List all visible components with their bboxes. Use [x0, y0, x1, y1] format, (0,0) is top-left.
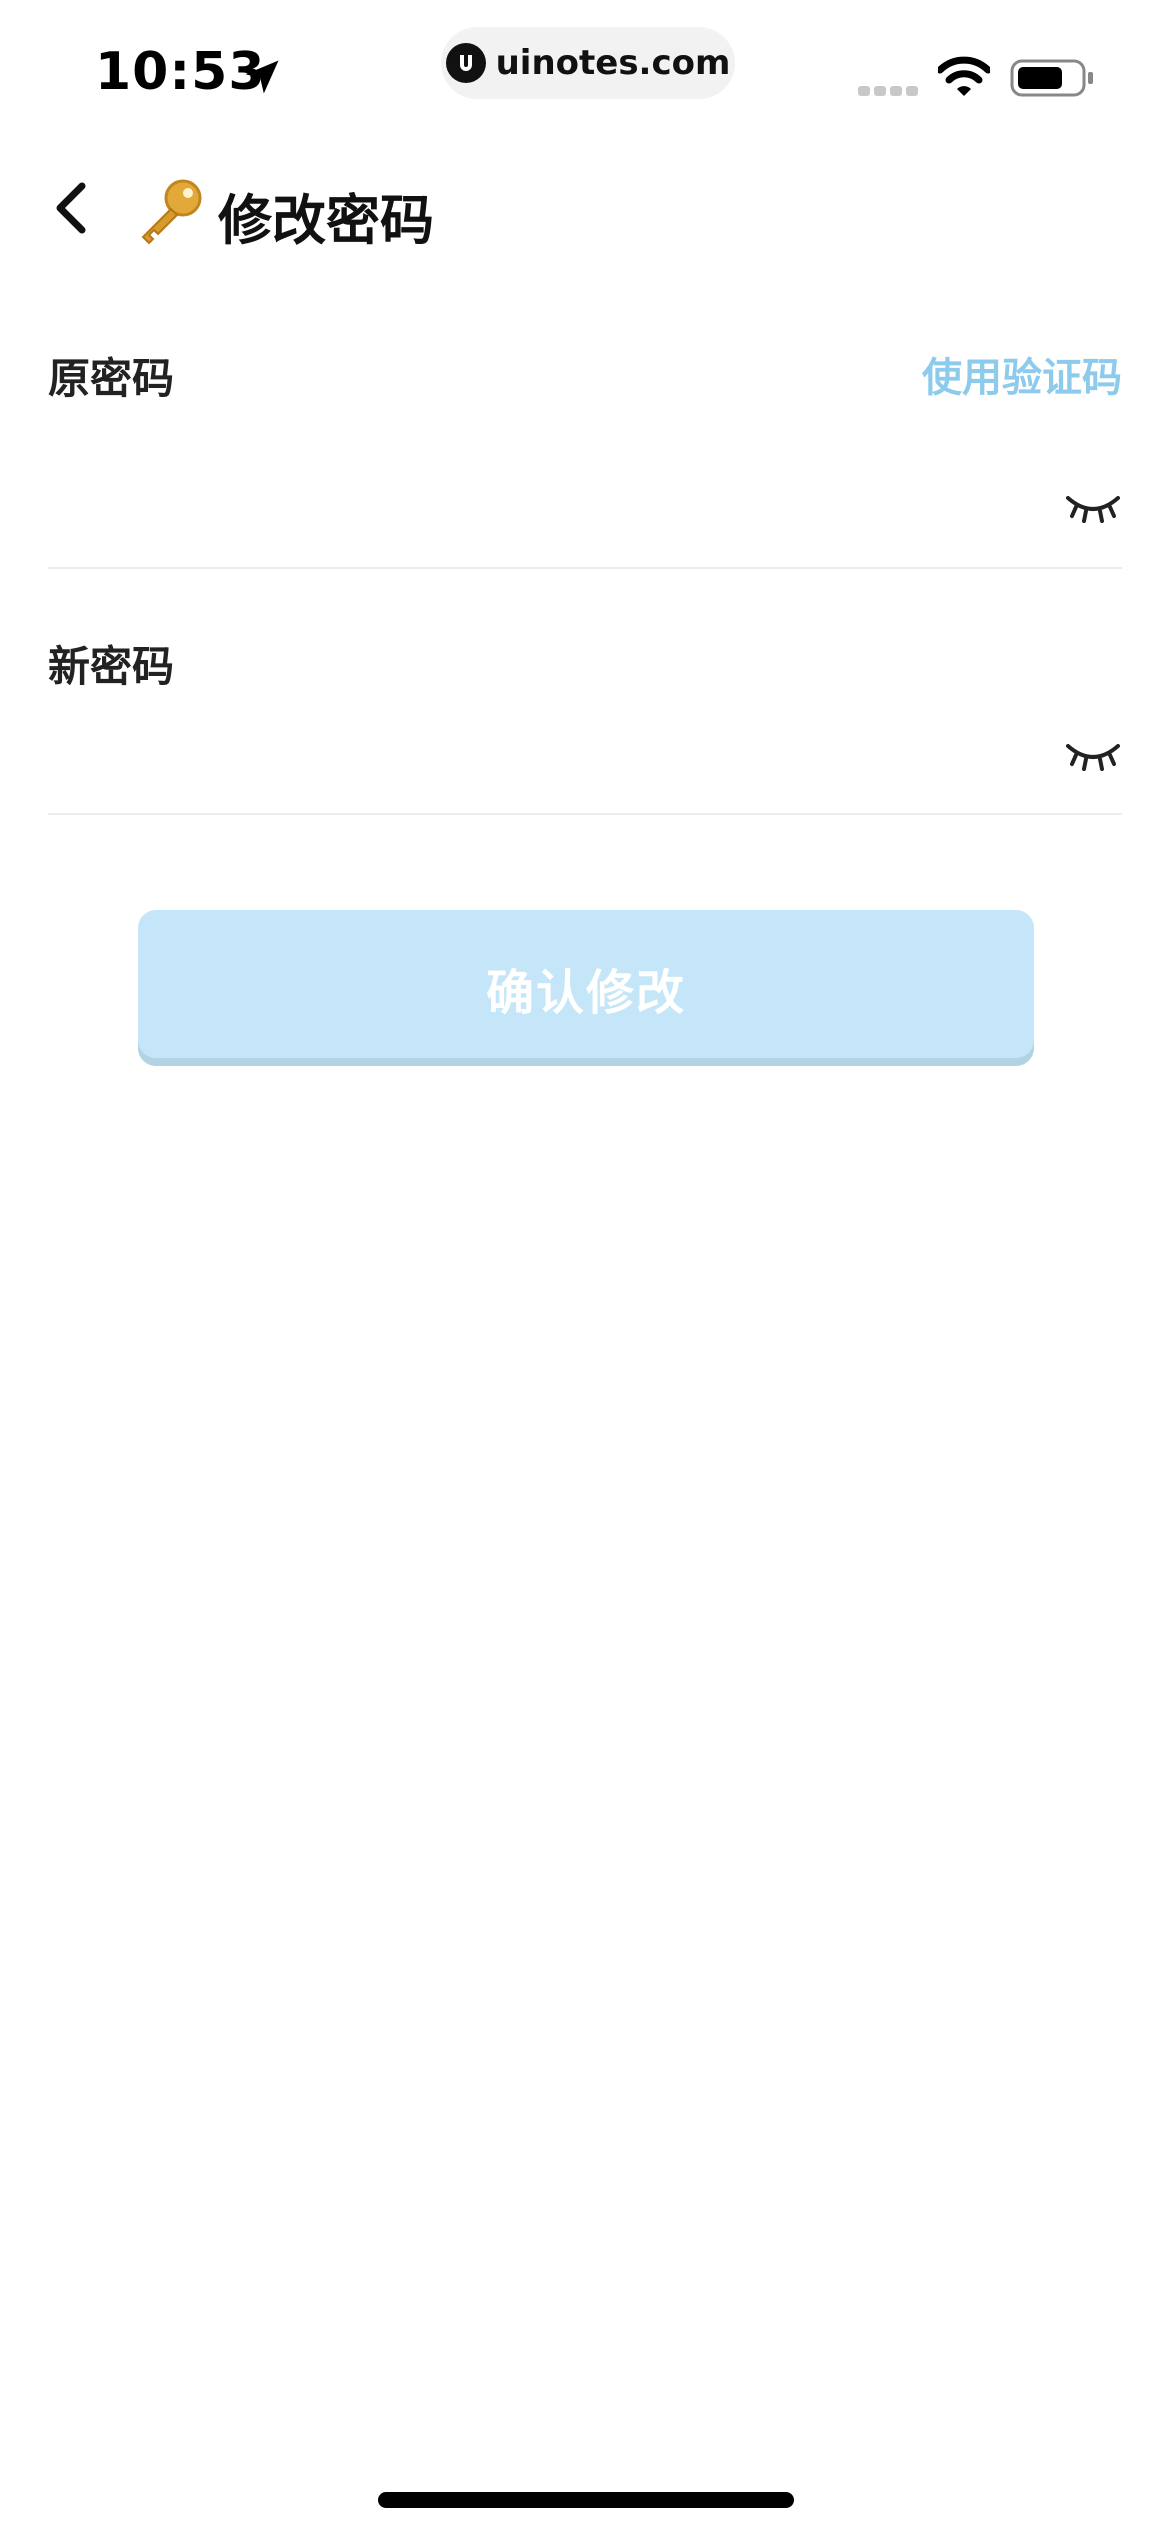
use-verification-code-link[interactable]: 使用验证码	[922, 345, 1122, 403]
new-password-input[interactable]	[48, 705, 1048, 785]
url-pill[interactable]: uinotes.com	[441, 27, 735, 99]
divider	[48, 567, 1122, 569]
chevron-left-icon[interactable]	[50, 178, 90, 238]
url-text: uinotes.com	[495, 43, 731, 83]
nav-header: 修改密码	[0, 160, 1170, 260]
eye-closed-icon[interactable]	[1064, 738, 1122, 774]
old-password-input[interactable]	[48, 440, 1048, 520]
new-password-label: 新密码	[48, 642, 175, 691]
confirm-change-button[interactable]: 确认修改	[138, 910, 1034, 1066]
old-password-label: 原密码	[48, 354, 175, 403]
eye-closed-icon[interactable]	[1064, 490, 1122, 526]
location-arrow-icon	[245, 60, 279, 94]
key-icon	[141, 179, 202, 245]
home-indicator[interactable]	[378, 2492, 794, 2508]
divider	[48, 813, 1122, 815]
cellular-signal-icon	[858, 86, 918, 96]
change-password-screen: 10:53 uinotes.com 修改密码 原密码 使用验证码 新密码 确认修…	[0, 0, 1170, 2532]
battery-icon	[1010, 59, 1093, 97]
page-title: 修改密码	[218, 189, 434, 252]
wifi-icon	[938, 56, 990, 96]
site-logo-icon	[445, 43, 486, 83]
status-bar: 10:53 uinotes.com	[0, 0, 1170, 140]
